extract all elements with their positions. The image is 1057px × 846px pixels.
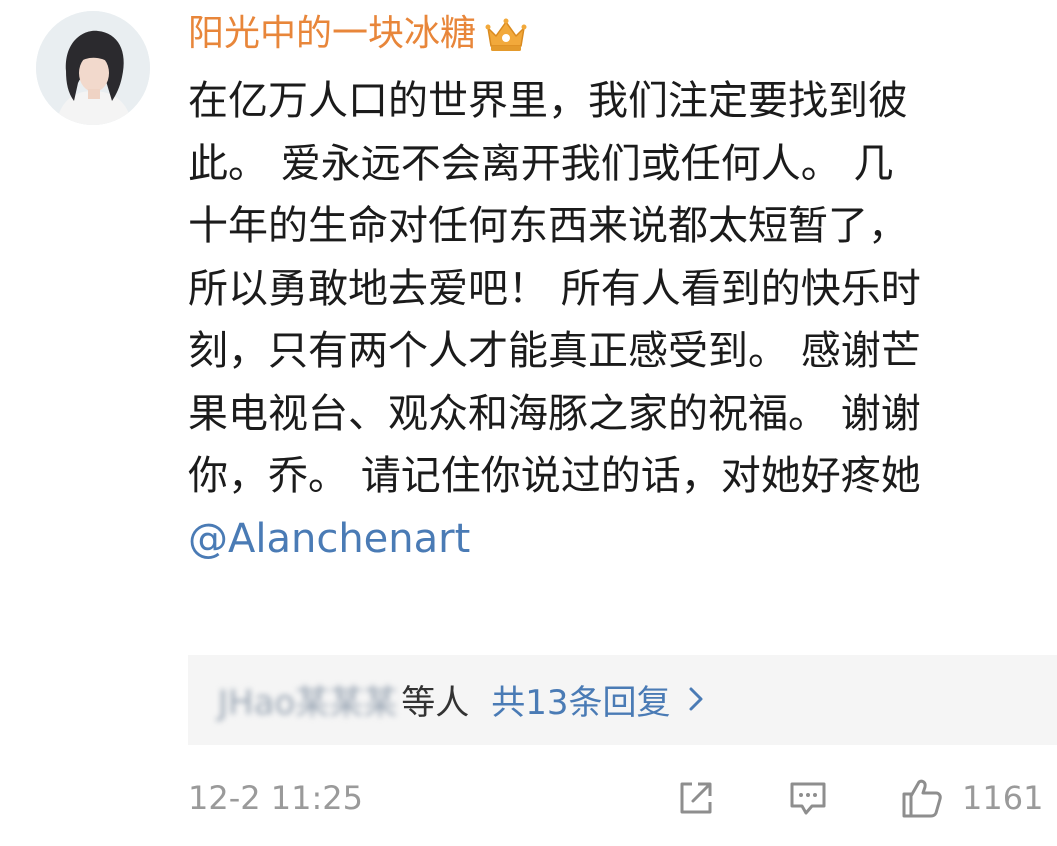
replies-preview[interactable]: JHao某某某 等人 共13条回复 — [188, 655, 1057, 745]
comment-text: 在亿万人口的世界里，我们注定要找到彼 此。 爱永远不会离开我们或任何人。 几十年的… — [188, 70, 1018, 570]
comment-line: 果电视台、观众和海豚之家的祝福。 谢谢 — [188, 390, 921, 437]
comment-line: 所以勇敢地去爱吧！ 所有人看到的快乐时 — [188, 265, 921, 312]
share-icon — [680, 782, 712, 814]
comment-icon — [790, 782, 826, 815]
replies-count-label: 共13条回复 — [491, 682, 671, 723]
avatar-image — [36, 11, 150, 125]
avatar[interactable] — [36, 11, 150, 125]
chevron-right-icon — [689, 687, 702, 711]
comment-footer: 12-2 11:25 1161 — [188, 772, 1057, 824]
crown-icon — [484, 14, 528, 54]
share-button[interactable] — [674, 774, 718, 822]
comment-line: 刻，只有两个人才能真正感受到。 感谢芒 — [188, 328, 921, 374]
reply-usernames-blurred: JHao某某某 — [218, 682, 398, 723]
timestamp: 12-2 11:25 — [188, 779, 364, 817]
comment-line: 在亿万人口的世界里，我们注定要找到彼 — [188, 78, 908, 124]
comment-line: 你，乔。 请记住你说过的话，对她好疼她 — [188, 453, 921, 499]
like-button[interactable]: 1161 — [898, 774, 1043, 822]
view-replies-link[interactable]: 共13条回复 — [491, 675, 706, 724]
username-link[interactable]: 阳光中的一块冰糖 — [188, 8, 476, 60]
mention-link[interactable]: @Alanchenart — [188, 508, 1018, 571]
comment-header: 阳光中的一块冰糖 — [188, 8, 528, 60]
like-count: 1161 — [962, 779, 1044, 817]
comment-button[interactable] — [786, 774, 830, 822]
comment-line: 十年的生命对任何东西来说都太短暂了， — [188, 203, 908, 249]
thumbs-up-icon — [902, 779, 942, 818]
reply-users-suffix: 等人 — [401, 682, 470, 723]
comment-line: 此。 爱永远不会离开我们或任何人。 几 — [188, 140, 894, 187]
